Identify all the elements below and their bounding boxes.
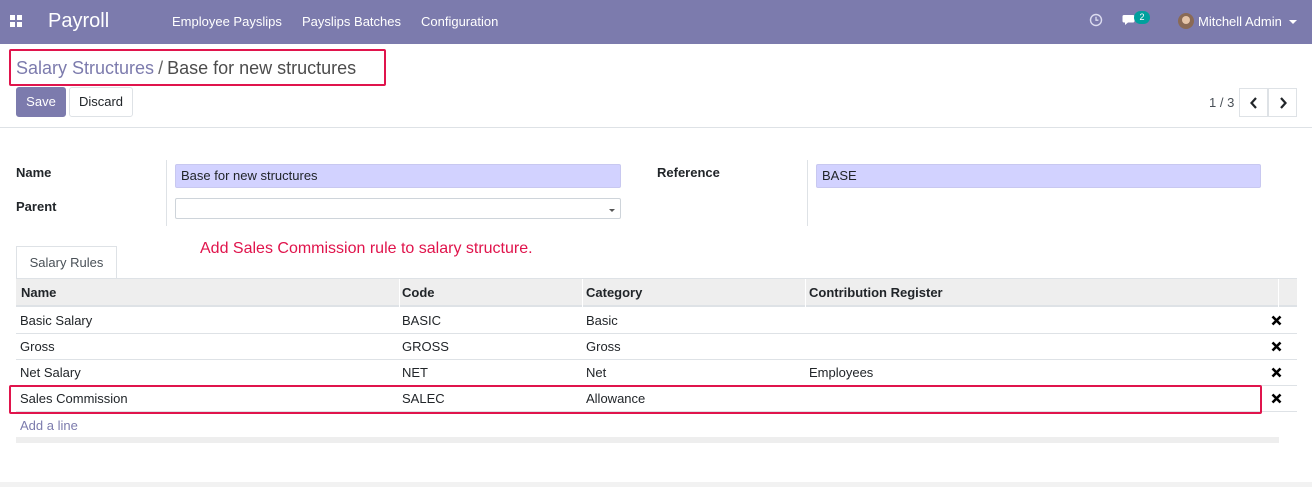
parent-label: Parent bbox=[16, 199, 57, 214]
column-separator bbox=[399, 279, 400, 307]
chevron-left-icon bbox=[1250, 97, 1257, 109]
breadcrumb: Salary Structures / Base for new structure… bbox=[16, 57, 356, 79]
avatar[interactable] bbox=[1178, 13, 1194, 29]
apps-grid-icon[interactable] bbox=[10, 15, 22, 27]
cell-name: Gross bbox=[20, 339, 55, 354]
add-a-line-link[interactable]: Add a line bbox=[20, 418, 78, 434]
control-panel-divider bbox=[0, 127, 1312, 128]
trash-icon[interactable] bbox=[1271, 315, 1282, 326]
cell-code: BASIC bbox=[402, 313, 442, 328]
pager-previous-button[interactable] bbox=[1239, 88, 1268, 117]
breadcrumb-salary-structures[interactable]: Salary Structures bbox=[16, 58, 154, 78]
table-footer bbox=[16, 437, 1279, 443]
discard-button[interactable]: Discard bbox=[69, 87, 133, 117]
name-field[interactable]: Base for new structures bbox=[175, 164, 621, 188]
pager-next-button[interactable] bbox=[1268, 88, 1297, 117]
chevron-down-icon[interactable] bbox=[1289, 20, 1297, 24]
tab-salary-rules[interactable]: Salary Rules bbox=[16, 246, 117, 279]
reference-field[interactable]: BASE bbox=[816, 164, 1261, 188]
trash-icon[interactable] bbox=[1271, 393, 1282, 404]
cell-name: Sales Commission bbox=[20, 391, 128, 406]
cell-code: NET bbox=[402, 365, 428, 380]
cell-name: Net Salary bbox=[20, 365, 81, 380]
chevron-right-icon bbox=[1280, 97, 1287, 109]
table-header: Name Code Category Contribution Register bbox=[16, 279, 1297, 307]
cell-category: Net bbox=[586, 365, 607, 380]
user-menu[interactable]: Mitchell Admin bbox=[1198, 14, 1282, 30]
chevron-down-icon bbox=[609, 209, 615, 212]
menu-configuration[interactable]: Configuration bbox=[421, 14, 498, 30]
chat-counter-badge: 2 bbox=[1134, 11, 1150, 24]
column-separator bbox=[1278, 279, 1279, 307]
column-header-contribution-register[interactable]: Contribution Register bbox=[809, 285, 943, 301]
table-row[interactable]: Sales Commission SALEC Allowance bbox=[16, 386, 1297, 412]
table-row[interactable]: Net Salary NET Net Employees bbox=[16, 360, 1297, 386]
menu-employee-payslips[interactable]: Employee Payslips bbox=[172, 14, 282, 30]
app-brand[interactable]: Payroll bbox=[48, 9, 109, 33]
breadcrumb-separator: / bbox=[158, 58, 164, 78]
bottom-band bbox=[0, 482, 1312, 487]
column-separator bbox=[805, 279, 806, 307]
cell-name: Basic Salary bbox=[20, 313, 93, 328]
pager-value: 1 / 3 bbox=[1209, 95, 1235, 110]
column-header-category[interactable]: Category bbox=[586, 285, 642, 301]
column-header-name[interactable]: Name bbox=[21, 285, 56, 301]
trash-icon[interactable] bbox=[1271, 367, 1282, 378]
annotation-note: Add Sales Commission rule to salary stru… bbox=[200, 240, 533, 257]
field-divider bbox=[166, 160, 167, 226]
menu-payslips-batches[interactable]: Payslips Batches bbox=[302, 14, 401, 30]
top-navbar: Payroll Employee Payslips Payslips Batch… bbox=[0, 0, 1312, 44]
cell-code: GROSS bbox=[402, 339, 449, 354]
column-header-code[interactable]: Code bbox=[402, 285, 435, 301]
cell-category: Allowance bbox=[586, 391, 646, 406]
cell-code: SALEC bbox=[402, 391, 445, 406]
field-divider bbox=[807, 160, 808, 226]
cell-category: Basic bbox=[586, 313, 618, 328]
page-title: Base for new structures bbox=[167, 58, 357, 78]
cell-category: Gross bbox=[586, 339, 621, 354]
clock-icon[interactable] bbox=[1089, 13, 1103, 27]
name-label: Name bbox=[16, 165, 52, 180]
cell-contribution-register: Employees bbox=[809, 365, 874, 380]
column-separator bbox=[582, 279, 583, 307]
table-row[interactable]: Basic Salary BASIC Basic bbox=[16, 308, 1297, 334]
save-button[interactable]: Save bbox=[16, 87, 66, 117]
parent-select[interactable] bbox=[175, 198, 621, 219]
table-row[interactable]: Gross GROSS Gross bbox=[16, 334, 1297, 360]
trash-icon[interactable] bbox=[1271, 341, 1282, 352]
reference-label: Reference bbox=[657, 165, 720, 180]
